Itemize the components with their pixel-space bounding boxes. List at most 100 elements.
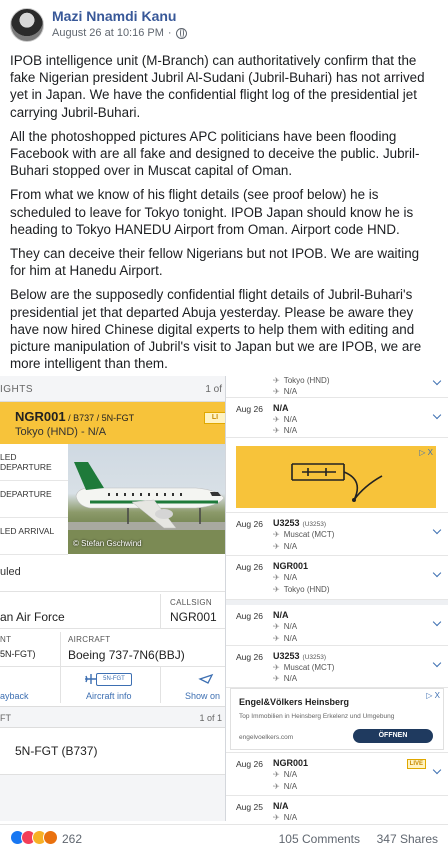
post-footer: 262 105 Comments 347 Shares	[0, 824, 448, 848]
show-on-map-tab[interactable]: Show on	[185, 691, 220, 701]
action-tabs: ayback 5N-FGT Aircraft info Show on	[0, 666, 225, 703]
ad-open-button[interactable]: ÖFFNEN	[353, 729, 433, 743]
chevron-down-icon[interactable]	[432, 658, 442, 668]
ad-close-icon[interactable]: ▷ X	[426, 691, 440, 700]
history-flight: N/A	[273, 403, 289, 413]
scheduled-departure-label: LED DEPARTURE	[0, 444, 68, 481]
history-flight: NGR001	[273, 561, 309, 571]
callsign-value: NGR001	[170, 610, 217, 624]
history-date: Aug 25	[236, 802, 263, 812]
post-image[interactable]: IGHTS 1 of NGR001 / B737 / 5N-FGT Tokyo …	[0, 376, 448, 821]
globe-icon[interactable]	[175, 27, 187, 39]
aircraft-info-icon[interactable]: 5N-FGT	[96, 673, 132, 686]
chevron-down-icon[interactable]	[432, 617, 442, 627]
aircraft-illustration	[68, 462, 225, 554]
history-row[interactable]: Aug 26 NGR001 LIVE ✈ N/A ✈ N/A	[226, 752, 448, 796]
history-date: Aug 26	[236, 519, 263, 529]
history-origin: ✈ N/A	[273, 387, 298, 396]
flights-header: IGHTS 1 of	[0, 376, 225, 402]
reaction-count[interactable]: 262	[62, 832, 82, 846]
history-row[interactable]: Aug 26 N/A ✈ N/A ✈ N/A	[226, 398, 448, 438]
history-row[interactable]: ✈ Tokyo (HND) ✈ N/A	[226, 376, 448, 398]
history-row[interactable]: Aug 26 U3253 (U3253) ✈ Muscat (MCT) ✈ N/A	[226, 512, 448, 556]
flight-history-panel: ✈ Tokyo (HND) ✈ N/A Aug 26 N/A ✈ N/A ✈ N/A ▷…	[226, 376, 448, 821]
history-destination: ✈ Tokyo (HND)	[273, 585, 330, 594]
history-date: Aug 26	[236, 652, 263, 662]
plane-icon: ✈	[273, 573, 280, 582]
history-destination: ✈ N/A	[273, 542, 298, 551]
chevron-down-icon[interactable]	[432, 376, 442, 386]
chevron-down-icon[interactable]	[432, 525, 442, 535]
history-destination: ✈ N/A	[273, 634, 298, 643]
departure-label: DEPARTURE	[0, 481, 68, 518]
post-paragraph: IPOB intelligence unit (M-Branch) can au…	[10, 53, 425, 120]
history-date: Aug 26	[236, 562, 263, 572]
flights-header-title: IGHTS	[0, 384, 34, 395]
post-paragraph: From what we know of his flight details …	[10, 187, 414, 237]
post-text: IPOB intelligence unit (M-Branch) can au…	[10, 52, 438, 379]
aircraft-value: Boeing 737-7N6(BBJ)	[68, 648, 185, 662]
history-flight: N/A	[273, 610, 289, 620]
ad-banner-engel[interactable]: Engel&Völkers Heinsberg Top Immobilien i…	[230, 688, 444, 750]
aircraft-header-count: 1 of 1	[199, 713, 222, 723]
post-paragraph: All the photoshopped pictures APC politi…	[10, 128, 420, 179]
history-origin: ✈ Muscat (MCT)	[273, 663, 335, 672]
aircraft-header: FT 1 of 1	[0, 706, 225, 728]
ad-close-icon[interactable]: ▷ X	[419, 448, 433, 457]
history-origin: ✈ N/A	[273, 770, 298, 779]
chevron-down-icon[interactable]	[432, 410, 442, 420]
map-plane-icon	[198, 673, 214, 684]
history-row[interactable]: Aug 25 N/A ✈ N/A	[226, 796, 448, 821]
aircraft-info-tab[interactable]: Aircraft info	[86, 691, 132, 701]
history-destination: ✈ N/A	[273, 674, 298, 683]
aircraft-photo[interactable]: © Stefan Gschwind	[68, 444, 225, 554]
landing-icon: ✈	[273, 674, 280, 683]
live-badge: LIVE	[406, 759, 426, 769]
airline-name: an Air Force	[0, 610, 65, 624]
panel-footer	[0, 774, 225, 821]
history-origin: ✈ N/A	[273, 415, 298, 424]
flight-status: uled	[0, 566, 21, 578]
plane-icon: ✈	[273, 770, 280, 779]
history-row[interactable]: Aug 26 NGR001 ✈ N/A ✈ Tokyo (HND)	[226, 556, 448, 600]
plane-icon: ✈	[273, 663, 280, 672]
post-timestamp[interactable]: August 26 at 10:16 PM	[52, 27, 164, 39]
landing-icon: ✈	[273, 376, 280, 385]
aircraft-label: AIRCRAFT	[68, 635, 111, 644]
live-badge: LI	[204, 412, 225, 424]
divider	[160, 667, 161, 703]
comments-link[interactable]: 105 Comments	[279, 832, 360, 846]
registration-label: NT	[0, 635, 12, 644]
callsign-label: CALLSIGN	[170, 598, 212, 607]
history-row[interactable]: Aug 26 N/A ✈ N/A ✈ N/A	[226, 600, 448, 646]
plane-icon: ✈	[273, 530, 280, 539]
ad-title: Engel&Völkers Heinsberg	[239, 697, 350, 707]
post-meta: August 26 at 10:16 PM ·	[52, 27, 187, 39]
chevron-down-icon[interactable]	[432, 765, 442, 775]
post-header: Mazi Nnamdi Kanu August 26 at 10:16 PM ·	[0, 0, 448, 44]
aircraft-registration[interactable]: 5N-FGT (B737)	[15, 744, 97, 758]
plane-icon: ✈	[273, 387, 280, 396]
angry-icon	[43, 830, 58, 845]
scheduled-arrival-label: LED ARRIVAL	[0, 518, 68, 555]
history-date: Aug 26	[236, 404, 263, 414]
author-name[interactable]: Mazi Nnamdi Kanu	[52, 8, 176, 24]
history-date: Aug 26	[236, 759, 263, 769]
history-row[interactable]: Aug 26 U3253 (U3253) ✈ Muscat (MCT) ✈ N/A	[226, 646, 448, 688]
plane-icon: ✈	[273, 813, 280, 821]
avatar[interactable]	[10, 8, 44, 42]
divider	[60, 632, 61, 666]
history-flight: NGR001	[273, 758, 309, 768]
post-paragraph: They can deceive their fellow Nigerians …	[10, 246, 420, 279]
chevron-down-icon[interactable]	[432, 568, 442, 578]
history-flight: U3253 (U3253)	[273, 518, 327, 528]
flight-banner[interactable]: NGR001 / B737 / 5N-FGT Tokyo (HND) - N/A…	[0, 402, 225, 444]
shares-link[interactable]: 347 Shares	[377, 832, 438, 846]
plane-icon	[85, 674, 97, 684]
aircraft-header-title: FT	[0, 713, 11, 723]
playback-tab[interactable]: ayback	[0, 691, 29, 701]
ad-banner-yellow[interactable]: ▷ X	[236, 446, 436, 508]
landing-icon: ✈	[273, 782, 280, 791]
post-paragraph: Below are the supposedly confidential fl…	[10, 287, 422, 372]
reaction-icons[interactable]	[10, 830, 66, 846]
